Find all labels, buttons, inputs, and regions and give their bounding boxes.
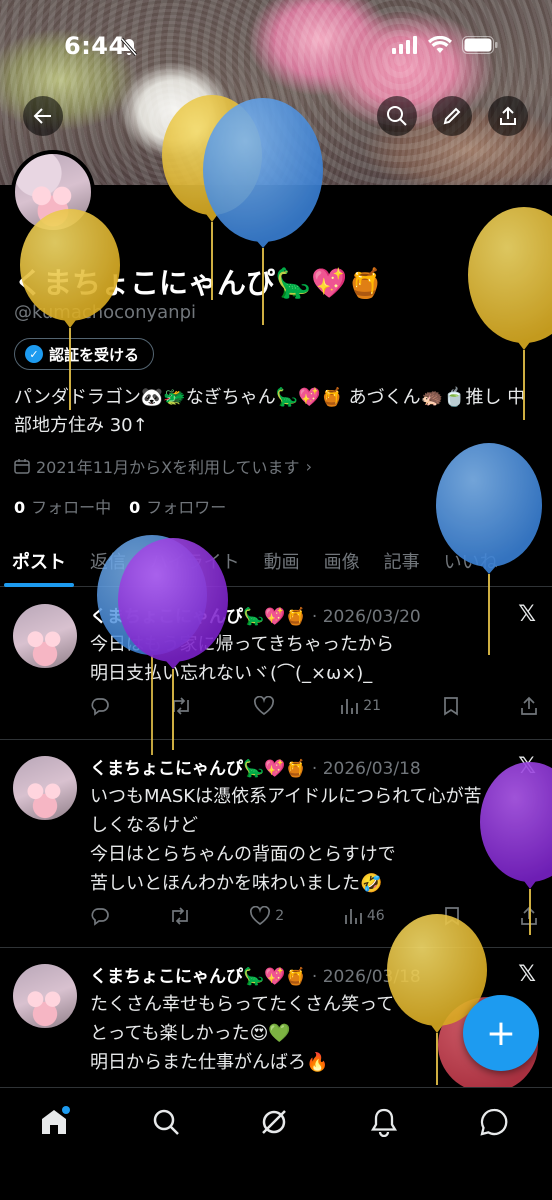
balloon-purple xyxy=(480,762,552,935)
search-icon xyxy=(153,1109,179,1135)
nav-home[interactable] xyxy=(34,1102,74,1142)
balloon-yellow xyxy=(468,207,552,420)
plus-icon: + xyxy=(485,1012,517,1054)
nav-messages[interactable] xyxy=(474,1102,514,1142)
nav-notifications[interactable] xyxy=(364,1102,404,1142)
chat-bubble-icon xyxy=(480,1108,508,1136)
balloon-yellow xyxy=(20,209,120,410)
bottom-navigation xyxy=(0,1087,552,1200)
notification-dot xyxy=(62,1106,70,1114)
nav-grok[interactable] xyxy=(254,1102,294,1142)
grok-icon xyxy=(262,1110,286,1134)
balloon-blue xyxy=(436,443,542,655)
balloon-purple xyxy=(118,538,228,750)
nav-search[interactable] xyxy=(146,1102,186,1142)
compose-post-button[interactable]: + xyxy=(463,995,539,1071)
balloon-blue xyxy=(203,98,323,325)
bell-icon xyxy=(370,1108,398,1137)
